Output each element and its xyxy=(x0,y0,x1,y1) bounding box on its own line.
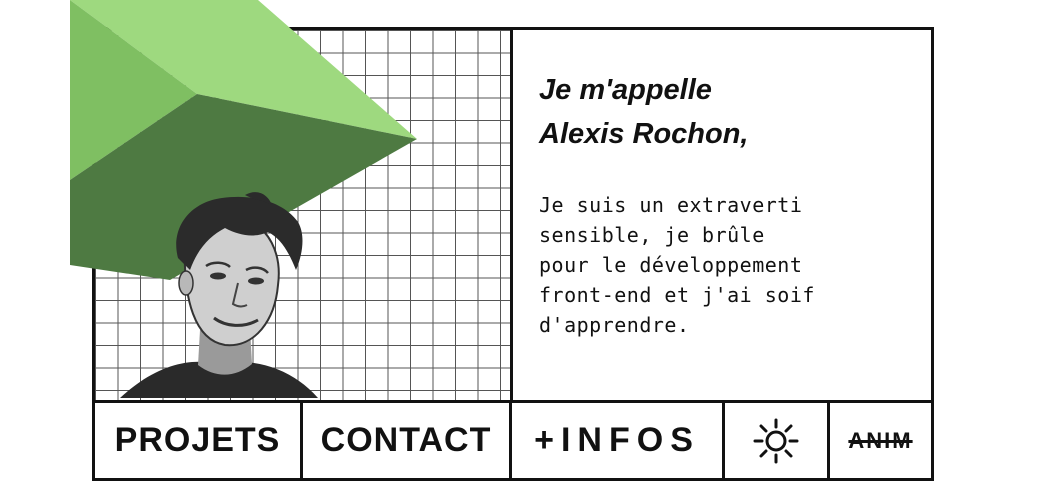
decorative-illustration xyxy=(70,0,417,398)
